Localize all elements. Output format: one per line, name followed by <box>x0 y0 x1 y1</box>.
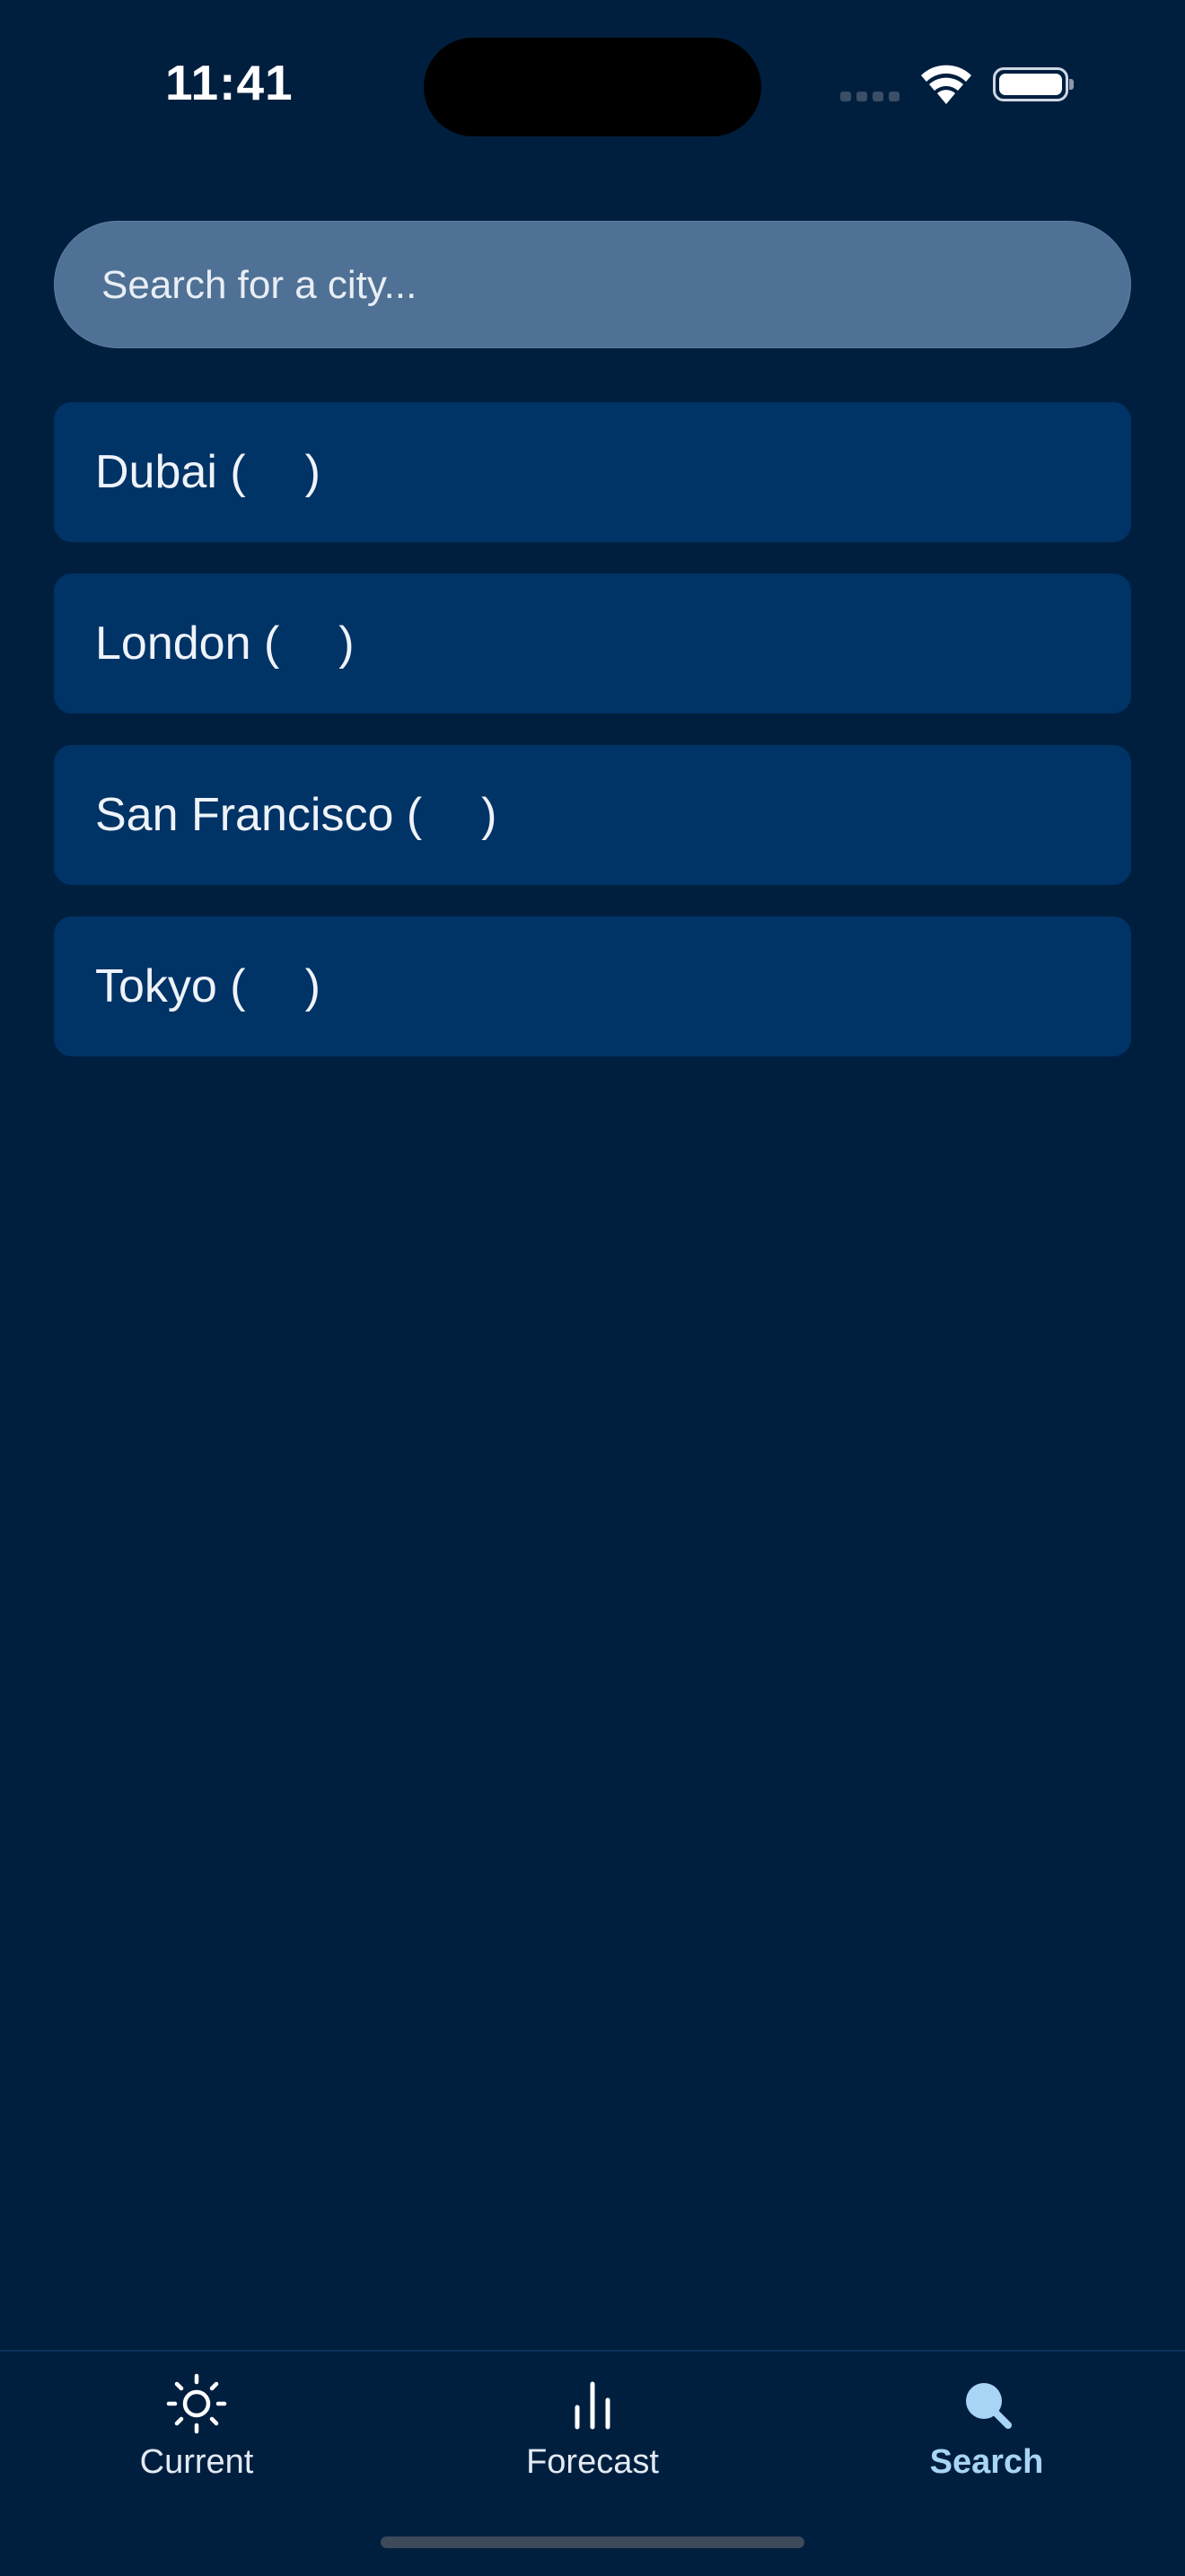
wifi-icon <box>921 65 971 104</box>
tab-search[interactable]: Search <box>852 2352 1121 2504</box>
list-item[interactable]: Tokyo () <box>54 916 1131 1056</box>
city-label: Dubai () <box>95 402 320 542</box>
city-name: San Francisco <box>95 789 394 841</box>
search-icon <box>966 2383 1012 2429</box>
search-input[interactable]: Search for a city... <box>54 221 1131 348</box>
battery-icon <box>993 67 1074 101</box>
city-label: London () <box>95 574 355 714</box>
jp-flag-icon <box>250 969 302 1007</box>
city-name: Dubai <box>95 446 217 498</box>
tab-forecast[interactable]: Forecast <box>458 2352 727 2504</box>
list-item[interactable]: San Francisco () <box>54 745 1131 885</box>
search-placeholder: Search for a city... <box>101 263 417 307</box>
list-item[interactable]: Dubai () <box>54 402 1131 542</box>
tab-current[interactable]: Current <box>62 2352 331 2504</box>
dynamic-island <box>424 38 761 136</box>
status-time: 11:41 <box>165 55 294 110</box>
tab-label: Current <box>139 2443 254 2481</box>
status-bar: 11:41 <box>0 0 1185 171</box>
city-name: Tokyo <box>95 960 217 1012</box>
city-label: San Francisco () <box>95 745 496 885</box>
ae-flag-icon <box>250 455 302 493</box>
list-item[interactable]: London () <box>54 574 1131 714</box>
gb-flag-icon <box>283 626 335 664</box>
tab-label: Search <box>929 2443 1044 2481</box>
home-indicator[interactable] <box>381 2537 804 2548</box>
bar-chart-icon <box>575 2381 610 2430</box>
city-name: London <box>95 618 251 670</box>
tab-label: Forecast <box>526 2443 659 2481</box>
city-list: Dubai () London () San Francisco () Toky… <box>54 402 1131 1088</box>
sun-icon <box>166 2373 227 2434</box>
us-flag-icon <box>426 798 478 836</box>
city-label: Tokyo () <box>95 916 320 1056</box>
